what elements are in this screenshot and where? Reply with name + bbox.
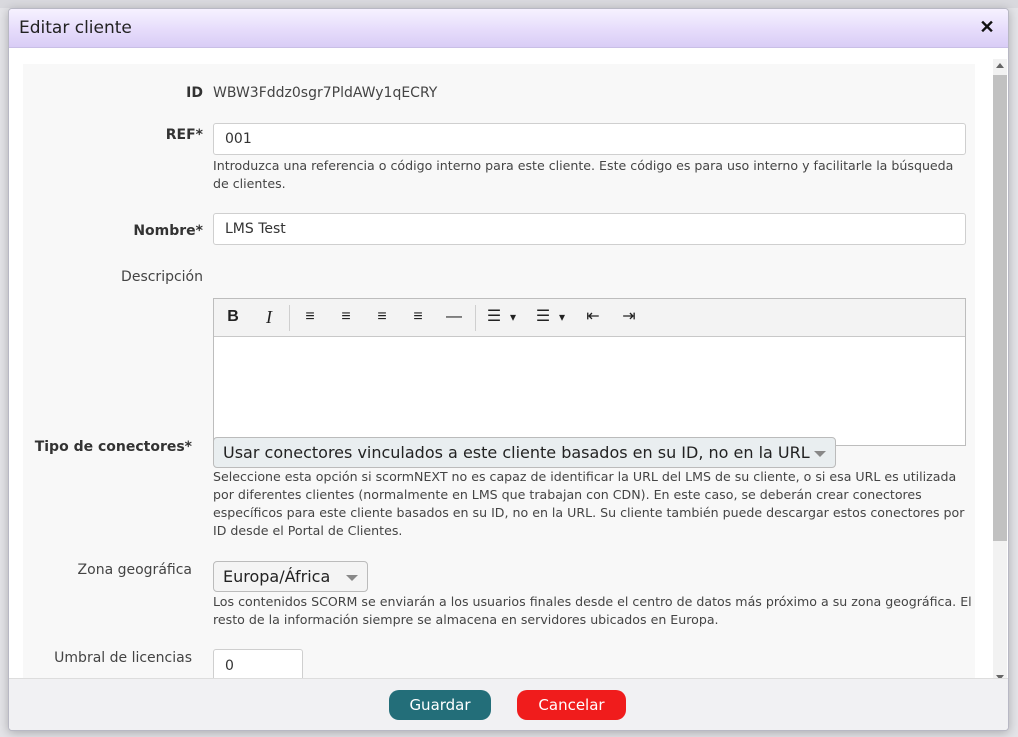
dialog-footer: Guardar Cancelar xyxy=(9,678,1008,730)
ref-help: Introduzca una referencia o código inter… xyxy=(213,158,954,191)
dialog-content: ID WBW3Fddz0sgr7PldAWy1qECRY REF* 001 In… xyxy=(9,48,1008,678)
tipo-selected-value: Usar conectores vinculados a este client… xyxy=(223,443,810,462)
justify-icon[interactable]: ≡ xyxy=(407,305,429,329)
chevron-down-icon xyxy=(814,451,826,457)
bold-icon[interactable]: B xyxy=(222,305,244,329)
editor-toolbar: B I ≡ ≡ ≡ ≡ — ☰ ▾ ☰ ▾ ⇤ ⇥ xyxy=(214,299,965,337)
edit-client-dialog: Editar cliente ✕ ID WBW3Fddz0sgr7PldAWy1… xyxy=(8,8,1009,731)
align-center-icon[interactable]: ≡ xyxy=(335,305,357,329)
bullet-list-icon[interactable]: ☰ xyxy=(483,305,505,329)
cancel-button[interactable]: Cancelar xyxy=(517,690,626,720)
chevron-down-icon xyxy=(346,575,358,581)
ref-label: REF* xyxy=(165,127,203,143)
toolbar-separator xyxy=(289,305,290,331)
numbered-list-icon[interactable]: ☰ xyxy=(532,305,554,329)
indent-icon[interactable]: ⇥ xyxy=(618,305,640,329)
id-label: ID xyxy=(186,85,203,101)
ref-input[interactable]: 001 xyxy=(213,123,966,155)
dialog-title: Editar cliente xyxy=(19,18,132,38)
scroll-up-icon[interactable] xyxy=(996,63,1004,68)
zona-label: Zona geográfica xyxy=(77,562,192,578)
zona-select[interactable]: Europa/África xyxy=(213,561,368,592)
horizontal-rule-icon[interactable]: — xyxy=(443,305,465,329)
close-icon[interactable]: ✕ xyxy=(976,16,998,38)
toolbar-separator xyxy=(475,305,476,331)
nombre-label: Nombre* xyxy=(133,223,203,239)
chevron-down-icon[interactable]: ▾ xyxy=(556,305,568,329)
align-left-icon[interactable]: ≡ xyxy=(299,305,321,329)
nombre-input[interactable]: LMS Test xyxy=(213,213,966,245)
descripcion-label: Descripción xyxy=(121,269,203,285)
outdent-icon[interactable]: ⇤ xyxy=(582,305,604,329)
descripcion-rich-text-editor: B I ≡ ≡ ≡ ≡ — ☰ ▾ ☰ ▾ ⇤ ⇥ xyxy=(213,298,966,446)
align-right-icon[interactable]: ≡ xyxy=(371,305,393,329)
umbral-label: Umbral de licencias xyxy=(54,650,192,666)
tipo-label: Tipo de conectores* xyxy=(34,439,192,455)
chevron-down-icon[interactable]: ▾ xyxy=(507,305,519,329)
italic-icon[interactable]: I xyxy=(258,305,280,329)
save-button[interactable]: Guardar xyxy=(389,690,491,720)
background-strip xyxy=(0,0,1018,8)
vertical-scrollbar[interactable] xyxy=(993,59,1007,685)
umbral-input[interactable]: 0 xyxy=(213,649,303,678)
zona-help: Los contenidos SCORM se enviarán a los u… xyxy=(213,594,972,627)
scrollbar-thumb[interactable] xyxy=(993,75,1007,541)
editor-body[interactable] xyxy=(214,337,965,445)
id-value: WBW3Fddz0sgr7PldAWy1qECRY xyxy=(213,85,438,101)
zona-selected-value: Europa/África xyxy=(223,567,331,586)
dialog-titlebar: Editar cliente ✕ xyxy=(9,9,1008,48)
tipo-conectores-select[interactable]: Usar conectores vinculados a este client… xyxy=(213,437,836,468)
tipo-help: Seleccione esta opción si scormNEXT no e… xyxy=(213,469,965,538)
